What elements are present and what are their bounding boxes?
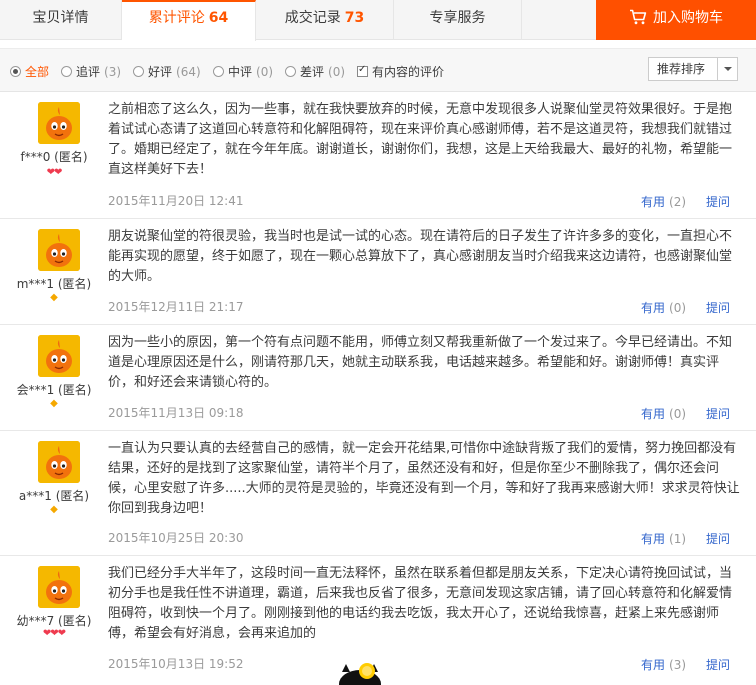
review-text: 之前相恋了这么久，因为一些事，就在我快要放弃的时候，无意中发现很多人说聚仙堂灵符… xyxy=(108,102,733,177)
radio-icon[interactable] xyxy=(285,66,296,77)
username: m***1 (匿名) xyxy=(16,277,92,291)
diamond-rank-icon: ◆ xyxy=(50,398,58,409)
username: a***1 (匿名) xyxy=(18,489,90,503)
dropdown-toggle[interactable] xyxy=(717,58,737,80)
useful-button[interactable]: 有用 (0) xyxy=(641,299,686,316)
username: 会***1 (匿名) xyxy=(16,383,92,397)
filter-positive[interactable]: 好评 (64) xyxy=(133,63,201,80)
radio-icon[interactable] xyxy=(61,66,72,77)
diamond-rank-icon: ◆ xyxy=(50,292,58,303)
filter-label: 追评 xyxy=(76,65,101,79)
filter-label: 中评 xyxy=(228,65,253,79)
radio-selected-icon[interactable] xyxy=(10,66,21,77)
tab-label: 累计评论 xyxy=(148,10,205,26)
useful-count: (1) xyxy=(669,532,687,546)
review-text: 朋友说聚仙堂的符很灵验，我当时也是试一试的心态。现在请符后的日子发生了许许多多的… xyxy=(108,229,733,284)
filter-neutral[interactable]: 中评 (0) xyxy=(213,63,273,80)
review-date: 2015年10月13日 19:52 xyxy=(108,657,244,671)
heart-rank-icon: ❤❤ xyxy=(46,167,63,178)
ask-question-link[interactable]: 提问 xyxy=(706,193,730,210)
mascot-avatar-icon xyxy=(38,441,80,483)
username: f***0 (匿名) xyxy=(20,150,88,164)
filter-label: 差评 xyxy=(300,65,325,79)
useful-button[interactable]: 有用 (3) xyxy=(641,656,686,673)
radio-icon[interactable] xyxy=(133,66,144,77)
tab-label: 成交记录 xyxy=(284,10,341,26)
add-to-cart-label: 加入购物车 xyxy=(653,10,723,26)
chevron-down-icon xyxy=(724,67,732,71)
shopping-cart-icon xyxy=(630,9,647,24)
sort-dropdown[interactable]: 推荐排序 xyxy=(648,57,738,81)
avatar[interactable] xyxy=(38,441,80,483)
mascot-avatar-icon xyxy=(38,229,80,271)
heart-rank-icon: ❤❤❤ xyxy=(42,628,66,639)
useful-count: (0) xyxy=(669,407,687,421)
tab-label: 专享服务 xyxy=(429,10,486,26)
tab-reviews[interactable]: 累计评论 64 xyxy=(122,0,256,41)
filter-label: 好评 xyxy=(148,65,173,79)
review-item: f***0 (匿名) ❤❤ 之前相恋了这么久，因为一些事，就在我快要放弃的时候，… xyxy=(0,92,756,219)
useful-label: 有用 xyxy=(641,532,666,546)
review-date: 2015年12月11日 21:17 xyxy=(108,300,244,314)
tab-deal-records[interactable]: 成交记录 73 xyxy=(256,0,394,40)
tab-exclusive-service[interactable]: 专享服务 xyxy=(394,0,522,40)
avatar[interactable] xyxy=(38,335,80,377)
tab-count: 64 xyxy=(208,10,229,26)
useful-count: (0) xyxy=(669,301,687,315)
filter-label: 全部 xyxy=(25,65,50,79)
filter-count: (64) xyxy=(176,64,201,79)
review-item: a***1 (匿名) ◆ 一直认为只要认真的去经营自己的感情，就一定会开花结果,… xyxy=(0,431,756,556)
sort-selected-label: 推荐排序 xyxy=(657,62,706,76)
mascot-avatar-icon xyxy=(38,566,80,608)
useful-label: 有用 xyxy=(641,195,666,209)
add-to-cart-button[interactable]: 加入购物车 xyxy=(596,0,756,40)
filter-count: (3) xyxy=(104,64,122,79)
useful-label: 有用 xyxy=(641,407,666,421)
ask-question-link[interactable]: 提问 xyxy=(706,405,730,422)
review-text: 因为一些小的原因，第一个符有点问题不能用，师傅立刻又帮我重新做了一个发过来了。今… xyxy=(108,335,733,390)
filter-label: 有内容的评价 xyxy=(372,65,445,79)
review-text: 我们已经分手大半年了，这段时间一直无法释怀，虽然在联系着但都是朋友关系，下定决心… xyxy=(108,566,733,641)
useful-button[interactable]: 有用 (1) xyxy=(641,530,686,547)
avatar[interactable] xyxy=(38,566,80,608)
avatar[interactable] xyxy=(38,229,80,271)
review-item: 会***1 (匿名) ◆ 因为一些小的原因，第一个符有点问题不能用，师傅立刻又帮… xyxy=(0,325,756,431)
useful-button[interactable]: 有用 (2) xyxy=(641,193,686,210)
useful-count: (2) xyxy=(669,195,687,209)
avatar[interactable] xyxy=(38,102,80,144)
review-date: 2015年11月20日 12:41 xyxy=(108,194,244,208)
review-filter-bar: 全部 追评(3) 好评(64) 中评(0) 差评(0) 有内容的评价 推荐排序 xyxy=(0,48,756,92)
review-item: m***1 (匿名) ◆ 朋友说聚仙堂的符很灵验，我当时也是试一试的心态。现在请… xyxy=(0,219,756,325)
filter-follow-up[interactable]: 追评 (3) xyxy=(61,63,121,80)
useful-count: (3) xyxy=(669,658,687,672)
review-text: 一直认为只要认真的去经营自己的感情，就一定会开花结果,可惜你中途缺背叛了我们的爱… xyxy=(108,441,740,516)
checkbox-checked-icon[interactable] xyxy=(357,64,368,77)
tab-count: 73 xyxy=(344,10,365,26)
tab-label: 宝贝详情 xyxy=(32,10,89,26)
review-date: 2015年11月13日 09:18 xyxy=(108,406,244,420)
tab-details[interactable]: 宝贝详情 xyxy=(0,0,122,40)
filter-with-content[interactable]: 有内容的评价 xyxy=(357,63,444,80)
filter-count: (0) xyxy=(256,64,274,79)
ask-question-link[interactable]: 提问 xyxy=(706,656,730,673)
username: 幼***7 (匿名) xyxy=(16,614,92,628)
filter-all[interactable]: 全部 xyxy=(10,63,49,80)
useful-button[interactable]: 有用 (0) xyxy=(641,405,686,422)
ask-question-link[interactable]: 提问 xyxy=(706,299,730,316)
filter-negative[interactable]: 差评 (0) xyxy=(285,63,345,80)
tmall-mascot-icon[interactable] xyxy=(337,660,383,685)
mascot-avatar-icon xyxy=(38,102,80,144)
filter-count: (0) xyxy=(328,64,346,79)
review-date: 2015年10月25日 20:30 xyxy=(108,531,244,545)
useful-label: 有用 xyxy=(641,658,666,672)
diamond-rank-icon: ◆ xyxy=(50,504,58,515)
ask-question-link[interactable]: 提问 xyxy=(706,530,730,547)
radio-icon[interactable] xyxy=(213,66,224,77)
mascot-avatar-icon xyxy=(38,335,80,377)
useful-label: 有用 xyxy=(641,301,666,315)
